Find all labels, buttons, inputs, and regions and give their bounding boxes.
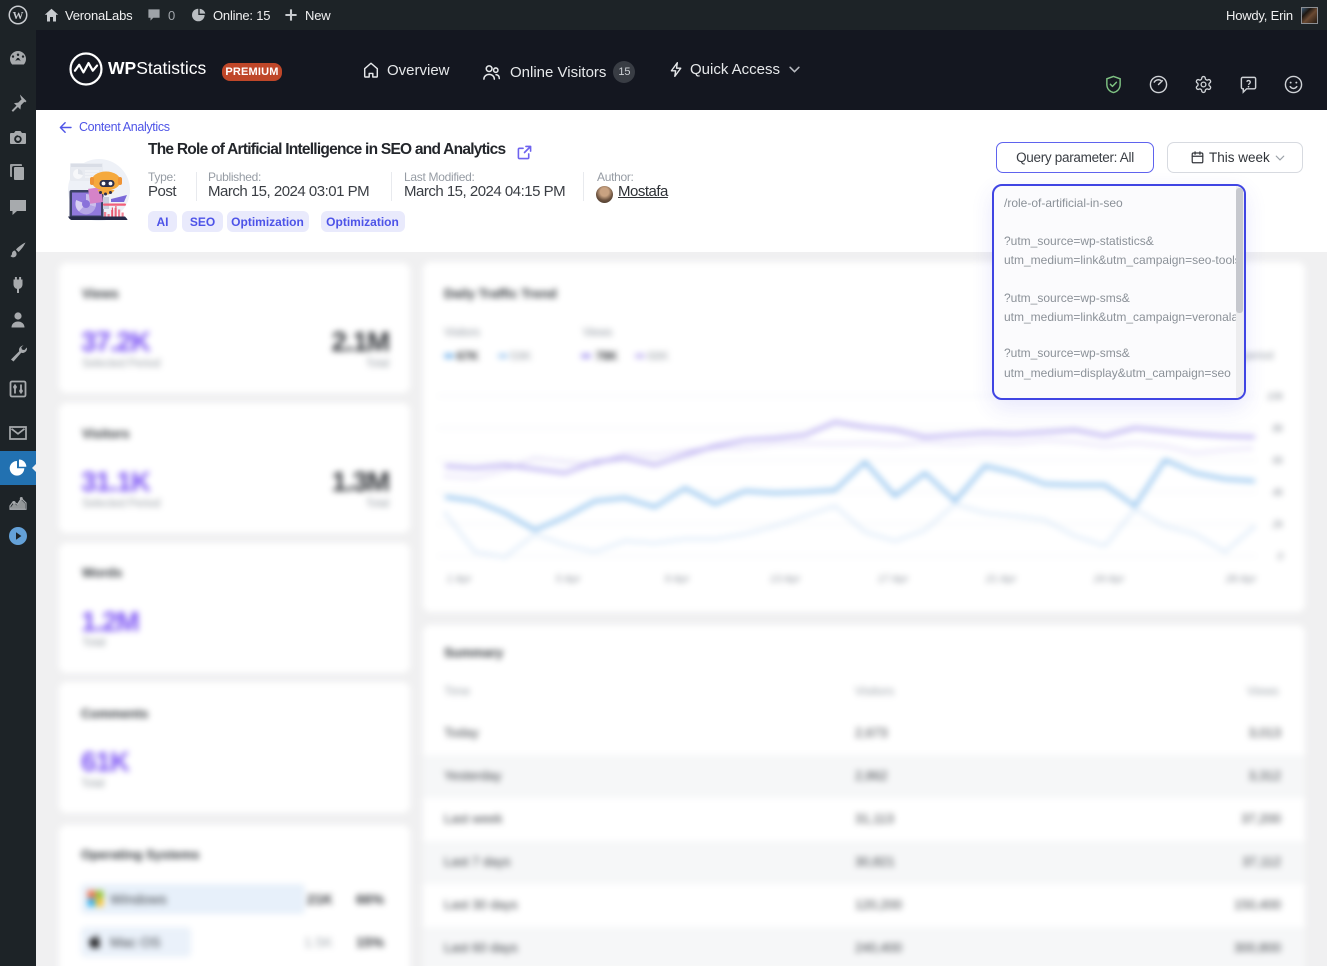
svg-text:10k: 10k xyxy=(1267,392,1284,403)
svg-text:2k: 2k xyxy=(1271,520,1284,531)
svg-text:0: 0 xyxy=(1277,552,1283,563)
svg-text:28 Apr: 28 Apr xyxy=(1225,573,1257,585)
svg-text:5 Apr: 5 Apr xyxy=(556,573,581,585)
svg-text:8k: 8k xyxy=(1272,424,1284,435)
svg-text:4k: 4k xyxy=(1272,488,1284,499)
svg-text:9 Apr: 9 Apr xyxy=(665,573,690,585)
svg-text:21 Apr: 21 Apr xyxy=(985,573,1017,585)
svg-text:17 Apr: 17 Apr xyxy=(878,573,909,585)
svg-text:1 Apr: 1 Apr xyxy=(447,573,472,585)
svg-text:W: W xyxy=(13,10,24,22)
svg-text:24 Apr: 24 Apr xyxy=(1093,573,1125,585)
svg-text:6k: 6k xyxy=(1272,456,1284,467)
svg-text:13 Apr: 13 Apr xyxy=(770,573,801,585)
